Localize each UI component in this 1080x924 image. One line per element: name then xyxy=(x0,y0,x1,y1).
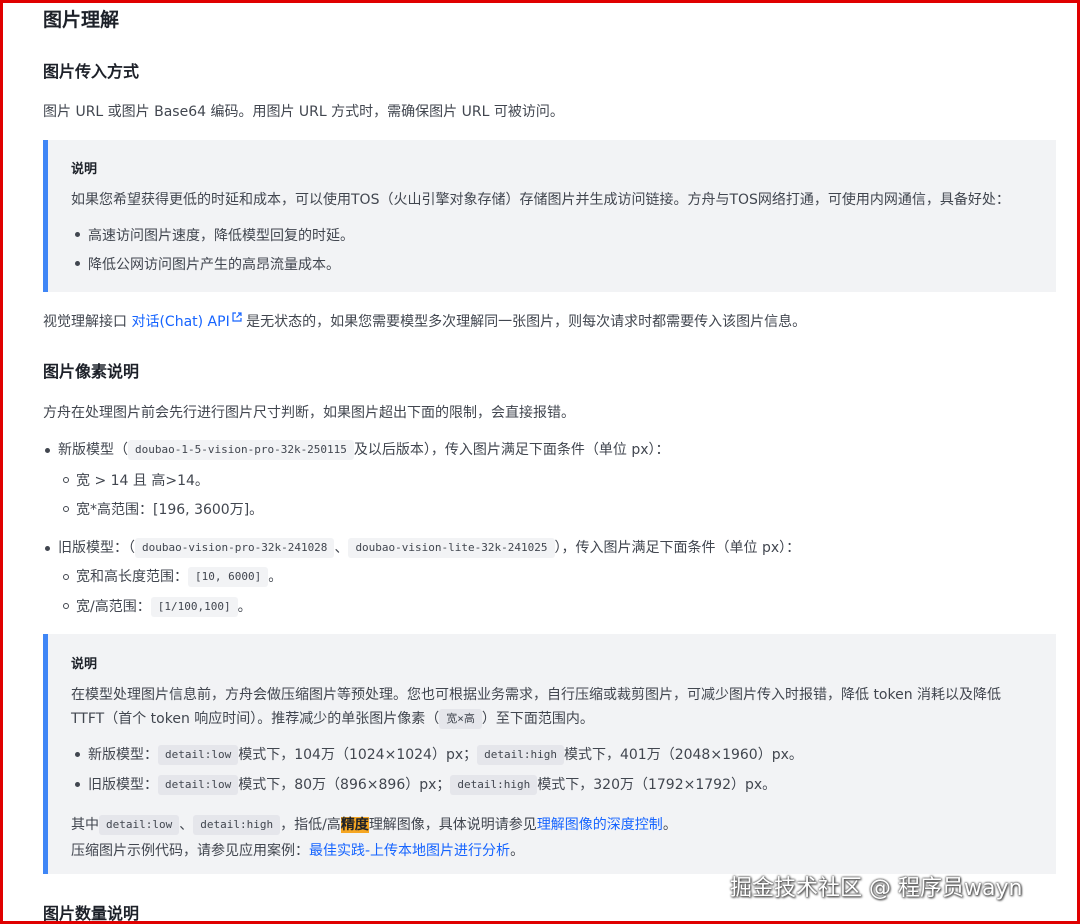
note2-bullet-2: 旧版模型： detail:low 模式下，80万（896×896）px； detail… xyxy=(88,774,776,795)
watermark: 掘金技术社区 @ 程序员wayn xyxy=(730,876,1023,901)
stateless-prefix: 视觉理解接口 xyxy=(43,314,127,330)
note-text: 如果您希望获得更低的时延和成本，可以使用TOS（火山引擎对象存储）存储图片并生成… xyxy=(71,192,1010,208)
note2-b2-code2: detail:high xyxy=(450,775,538,795)
input-method-heading: 图片传入方式 xyxy=(43,62,140,81)
new-model-code: doubao-1-5-vision-pro-32k-250115 xyxy=(128,440,354,460)
note2-bullet-1: 新版模型： detail:low 模式下，104万（1024×1024）px； det… xyxy=(88,744,803,765)
sub-bullet-circle xyxy=(63,574,69,580)
detail-mid1: ，指低/高 xyxy=(280,817,341,833)
note-title: 说明 xyxy=(71,657,98,672)
bullet-dot xyxy=(75,232,80,237)
external-link-icon xyxy=(232,312,242,322)
new-model-sub-1: 宽 > 14 且 高>14。 xyxy=(76,473,209,489)
old-sub2-prefix: 宽/高范围： xyxy=(76,599,151,615)
old-sub2-code: [1/100,100] xyxy=(150,597,238,617)
best-practice-link[interactable]: 最佳实践-上传本地图片进行分析 xyxy=(309,843,510,859)
bullet-dot xyxy=(75,752,80,757)
pixel-heading: 图片像素说明 xyxy=(43,362,140,381)
old-model-prefix: 旧版模型：（ xyxy=(58,540,135,556)
old-sub1-prefix: 宽和高长度范围： xyxy=(76,569,188,585)
note2-b1-code1: detail:low xyxy=(158,745,239,765)
example-prefix: 压缩图片示例代码，请参见应用案例： xyxy=(71,843,309,859)
detail-sep: 、 xyxy=(179,817,194,833)
detail-suffix: 。 xyxy=(662,817,677,833)
note-bullet-1: 高速访问图片速度，降低模型回复的时延。 xyxy=(88,228,354,244)
chat-api-link-label[interactable]: 对话(Chat) API xyxy=(131,314,229,330)
example-suffix: 。 xyxy=(510,843,525,859)
sub-bullet-circle xyxy=(63,506,69,512)
note-callout-tos: 说明 如果您希望获得更低的时延和成本，可以使用TOS（火山引擎对象存储）存储图片… xyxy=(43,140,1056,292)
old-model-sub-2: 宽/高范围： [1/100,100]。 xyxy=(76,596,252,617)
note2-line-1: 在模型处理图片信息前，方舟会做压缩图片等预处理。您也可根据业务需求，自行压缩或裁… xyxy=(71,687,1002,703)
chat-api-link[interactable]: 对话(Chat) API xyxy=(131,312,242,330)
depth-control-link[interactable]: 理解图像的深度控制 xyxy=(537,817,663,833)
note2-b1-suffix: 模式下，401万（2048×1960）px。 xyxy=(563,747,803,763)
old-model-code-2: doubao-vision-lite-32k-241025 xyxy=(348,538,555,558)
pixel-text: 方舟在处理图片前会先行进行图片尺寸判断，如果图片超出下面的限制，会直接报错。 xyxy=(43,405,575,421)
count-heading: 图片数量说明 xyxy=(43,904,140,923)
old-sub1-suffix: 。 xyxy=(268,569,283,585)
highlight-precision: 精度 xyxy=(340,817,369,833)
note2-line2-prefix: TTFT（首个 token 响应时间）。推荐减少的单张图片像素（ xyxy=(71,711,440,727)
note2-example-line: 压缩图片示例代码，请参见应用案例：最佳实践-上传本地图片进行分析。 xyxy=(71,840,524,860)
new-model-prefix: 新版模型（ xyxy=(58,442,128,458)
note2-detail-line: 其中 detail:low、 detail:high ，指低/高精度理解图像，具体说明… xyxy=(71,814,677,835)
new-model-sub-2: 宽*高范围：[196, 3600万]。 xyxy=(76,502,264,518)
detail-code-low: detail:low xyxy=(99,815,180,835)
bullet-dot xyxy=(75,261,80,266)
bullet-dot xyxy=(75,782,80,787)
old-model-suffix: ），传入图片满足下面条件（单位 px）： xyxy=(554,540,801,556)
note2-b1-mid: 模式下，104万（1024×1024）px； xyxy=(238,747,478,763)
stateless-suffix: 是无状态的，如果您需要模型多次理解同一张图片，则每次请求时都需要传入该图片信息。 xyxy=(246,314,807,330)
note-bullet-2: 降低公网访问图片产生的高昂流量成本。 xyxy=(88,257,340,273)
note2-b2-mid: 模式下，80万（896×896）px； xyxy=(238,777,451,793)
note2-line2-code: 宽×高 xyxy=(439,709,482,729)
new-model-item: 新版模型（ doubao-1-5-vision-pro-32k-250115 及以后… xyxy=(58,439,670,460)
note2-line2-suffix: ）至下面范围内。 xyxy=(481,711,594,727)
note2-line-2: TTFT（首个 token 响应时间）。推荐减少的单张图片像素（ 宽×高 ）至下面范… xyxy=(71,708,594,729)
note2-b1-prefix: 新版模型： xyxy=(88,747,158,763)
note2-b2-prefix: 旧版模型： xyxy=(88,777,158,793)
sub-bullet-circle xyxy=(63,477,69,483)
note2-b2-suffix: 模式下，320万（1792×1792）px。 xyxy=(537,777,777,793)
note-callout-compression: 说明 在模型处理图片信息前，方舟会做压缩图片等预处理。您也可根据业务需求，自行压… xyxy=(43,634,1056,874)
note2-b2-code1: detail:low xyxy=(158,775,239,795)
old-model-code-1: doubao-vision-pro-32k-241028 xyxy=(135,538,335,558)
detail-mid2: 理解图像，具体说明请参见 xyxy=(368,817,537,833)
old-sub2-suffix: 。 xyxy=(237,599,252,615)
new-model-suffix: 及以后版本），传入图片满足下面条件（单位 px）： xyxy=(353,442,670,458)
stateless-paragraph: 视觉理解接口 对话(Chat) API 是无状态的，如果您需要模型多次理解同一张… xyxy=(43,311,806,331)
sub-bullet-circle xyxy=(63,603,69,609)
note2-b1-code2: detail:high xyxy=(477,745,564,765)
detail-prefix: 其中 xyxy=(71,817,99,833)
old-model-item: 旧版模型：（ doubao-vision-pro-32k-241028、 douba… xyxy=(58,537,800,558)
note-title: 说明 xyxy=(71,162,98,177)
old-sub1-code: [10, 6000] xyxy=(188,567,269,587)
page-title: 图片理解 xyxy=(43,9,120,31)
detail-code-high: detail:high xyxy=(193,815,281,835)
bullet-dot xyxy=(45,546,50,551)
input-method-text: 图片 URL 或图片 Base64 编码。用图片 URL 方式时，需确保图片 U… xyxy=(43,104,564,120)
old-model-sep: 、 xyxy=(334,540,349,556)
bullet-dot xyxy=(45,448,50,453)
old-model-sub-1: 宽和高长度范围： [10, 6000]。 xyxy=(76,566,282,587)
